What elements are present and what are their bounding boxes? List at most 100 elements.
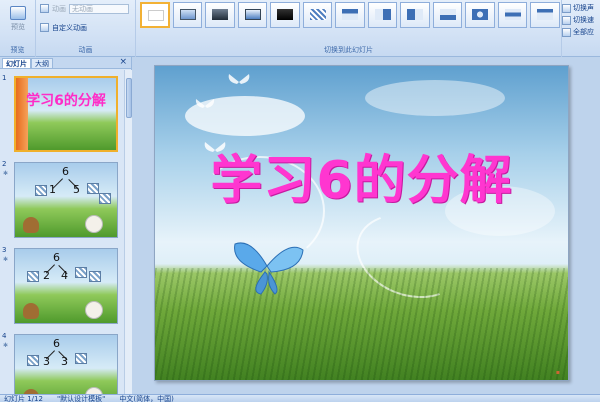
slide-canvas: 学习6的分解 ▪ [132, 57, 600, 394]
transition-group: 切换到此幻灯片 [136, 0, 562, 57]
animation-star-icon: ✱ [3, 170, 9, 177]
slide-title: 学习6的分解 [26, 93, 106, 109]
cube-icon [35, 185, 47, 196]
apply-all-icon [562, 27, 571, 37]
custom-animation-button[interactable]: 自定义动画 [40, 22, 87, 33]
close-icon[interactable]: × [119, 57, 127, 67]
transition-group-label: 切换到此幻灯片 [324, 46, 373, 54]
cube-icon [75, 353, 87, 364]
right-number: 3 [61, 355, 68, 368]
slides-scrollbar[interactable] [124, 70, 132, 394]
slide-number: 4 [2, 332, 7, 340]
speed-icon [562, 15, 571, 25]
transition-dissolve[interactable] [302, 2, 333, 28]
sound-icon [562, 3, 571, 13]
butterfly-icon [234, 242, 304, 295]
apply-all[interactable]: 全部应 [562, 26, 600, 38]
slide-thumbnail-4[interactable]: 4 ✱ 6 3 3 [0, 332, 124, 402]
custom-animation-icon [40, 23, 49, 32]
cube-icon [27, 355, 39, 366]
cube-icon [27, 271, 39, 282]
pane-tabs: 幻灯片 大纲 × [0, 57, 131, 69]
ribbon: 预览 预览 动画 无动画 自定义动画 动画 切换到此幻灯片 切换声 切换速 全部… [0, 0, 600, 57]
slide-preview: 学习6的分解 [14, 76, 118, 152]
grass-field [155, 268, 568, 380]
transition-push[interactable] [530, 2, 560, 28]
right-number: 4 [61, 269, 68, 282]
transition-sound-label: 切换声 [573, 4, 594, 12]
sheep-icon [85, 301, 103, 319]
animation-star-icon: ✱ [3, 342, 9, 349]
transition-speed[interactable]: 切换速 [562, 14, 600, 26]
language-status[interactable]: 中文(简体，中国) [119, 395, 173, 402]
slide-preview: 6 3 3 [14, 334, 118, 402]
transition-wipe-up[interactable] [432, 2, 463, 28]
tab-slides[interactable]: 幻灯片 [2, 58, 31, 68]
left-number: 1 [49, 183, 56, 196]
animation-group-label: 动画 [78, 46, 93, 54]
animate-row: 动画 无动画 [40, 3, 129, 14]
transition-wipe-right[interactable] [400, 2, 430, 28]
transition-speed-label: 切换速 [573, 16, 594, 24]
slide-thumbnail-3[interactable]: 3 ✱ 6 2 4 [0, 246, 124, 326]
slide-thumbnail-2[interactable]: 2 ✱ 6 1 5 [0, 160, 124, 240]
animation-star-icon: ✱ [3, 256, 9, 263]
status-bar: 幻灯片 1/12 "默认设计模板" 中文(简体，中国) [0, 394, 600, 402]
slide-background [16, 78, 116, 150]
cloud [365, 80, 505, 116]
slide-count-status: 幻灯片 1/12 [4, 395, 43, 402]
slide-number: 3 [2, 246, 7, 254]
animate-icon [40, 4, 49, 13]
sheep-icon [85, 215, 103, 233]
cube-icon [99, 193, 111, 204]
top-number: 6 [53, 251, 60, 264]
slide-preview: 6 1 5 [14, 162, 118, 238]
animate-label: 动画 [52, 4, 66, 13]
transition-wipe-left[interactable] [367, 2, 398, 28]
transition-none[interactable] [140, 2, 170, 28]
slide-title[interactable]: 学习6的分解 [155, 138, 568, 213]
theme-status[interactable]: "默认设计模板" [57, 395, 105, 402]
slide-accent [16, 78, 28, 150]
butterfly-icon [228, 74, 250, 84]
transition-options: 切换声 切换速 全部应 [562, 2, 600, 38]
animate-select[interactable]: 无动画 [69, 3, 129, 14]
transition-wipe-down[interactable] [335, 2, 365, 28]
butterfly-icon [195, 99, 215, 108]
transition-cover[interactable] [497, 2, 528, 28]
cube-icon [75, 267, 87, 278]
transition-cut[interactable] [237, 2, 268, 28]
cube-icon [87, 183, 99, 194]
preview-group-label: 预览 [10, 46, 25, 54]
preview-button[interactable]: 预览 [4, 4, 32, 40]
transition-fade-black[interactable] [205, 2, 235, 28]
cube-icon [89, 271, 101, 282]
slide-preview: 6 2 4 [14, 248, 118, 324]
top-number: 6 [53, 337, 60, 350]
slide-number: 1 [2, 74, 7, 82]
watermark: ▪ [555, 369, 560, 376]
slides-pane: 幻灯片 大纲 × 1 学习6的分解 2 ✱ 6 1 5 3 ✱ 6 2 4 4 … [0, 57, 132, 402]
transition-split[interactable] [465, 2, 495, 28]
custom-animation-label: 自定义动画 [52, 23, 87, 32]
preview-label: 预览 [11, 23, 25, 31]
goat-icon [23, 217, 39, 233]
left-number: 3 [43, 355, 50, 368]
tab-outline[interactable]: 大纲 [31, 58, 53, 68]
current-slide[interactable]: 学习6的分解 ▪ [154, 65, 569, 381]
goat-icon [23, 303, 39, 319]
right-number: 5 [73, 183, 80, 196]
left-number: 2 [43, 269, 50, 282]
animation-group: 动画 无动画 自定义动画 动画 [36, 0, 136, 57]
slide-thumbnail-1[interactable]: 1 学习6的分解 [0, 74, 124, 154]
transition-gallery [140, 2, 560, 38]
preview-icon [10, 6, 26, 20]
top-number: 6 [62, 165, 69, 178]
slide-number: 2 [2, 160, 7, 168]
slide-list: 1 学习6的分解 2 ✱ 6 1 5 3 ✱ 6 2 4 4 ✱ 6 3 3 [0, 70, 132, 402]
transition-cut-black[interactable] [270, 2, 300, 28]
transition-sound[interactable]: 切换声 [562, 2, 600, 14]
preview-group: 预览 预览 [0, 0, 36, 57]
transition-fade-smooth[interactable] [172, 2, 203, 28]
apply-all-label: 全部应 [573, 28, 594, 36]
